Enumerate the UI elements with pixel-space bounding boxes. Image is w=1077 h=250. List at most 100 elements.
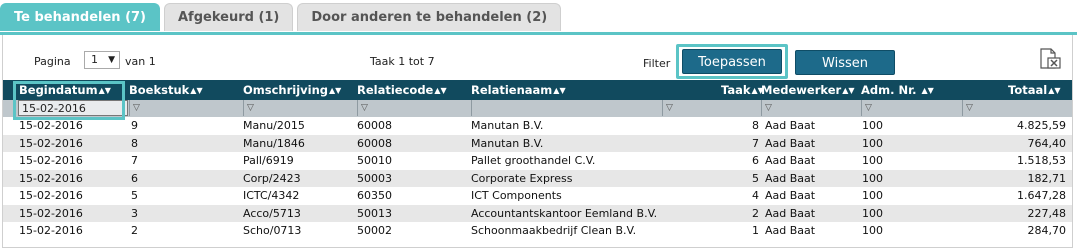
cell-adm: 100 bbox=[862, 154, 883, 167]
cell-adm: 100 bbox=[862, 136, 883, 150]
cell-omschrijving: Corp/2423 bbox=[243, 171, 301, 185]
cell-relatienaam: Manutan B.V. bbox=[471, 119, 544, 132]
cell-relatiecode: 60008 bbox=[357, 136, 392, 150]
cell-taak: 4 bbox=[752, 189, 759, 202]
cell-taak: 6 bbox=[752, 154, 759, 167]
dropdown-arrow-icon: ▼ bbox=[108, 55, 115, 65]
cell-medewerker: Aad Baat bbox=[765, 136, 816, 150]
col-totaal[interactable]: Totaal▲▼ bbox=[1008, 80, 1061, 100]
filter-icon: ▽ bbox=[765, 103, 772, 113]
filter-omschrijving-input[interactable]: ▽ bbox=[243, 100, 356, 116]
table-row[interactable]: 15-02-2016 9 Manu/2015 60008 Manutan B.V. 8 Aa… bbox=[3, 117, 1072, 135]
table-row[interactable]: 15-02-2016 2 Scho/0713 50002 Schoonmaakbedri… bbox=[3, 222, 1072, 240]
filter-relatienaam-input[interactable] bbox=[471, 100, 662, 116]
cell-totaal: 284,70 bbox=[1027, 224, 1067, 237]
filter-medewerker-input[interactable]: ▽ bbox=[761, 100, 860, 116]
table-row[interactable]: 15-02-2016 5 ICTC/4342 60350 ICT Components 4… bbox=[3, 187, 1072, 205]
cell-taak: 5 bbox=[752, 171, 759, 185]
cell-boekstuk: 9 bbox=[131, 119, 138, 132]
table-row[interactable]: 15-02-2016 7 Pall/6919 50010 Pallet groothan… bbox=[3, 152, 1072, 170]
filter-row: 15-02-2016 ▽ ▽ ▽ ▽ ▽ ▽ ▽ bbox=[3, 100, 1072, 117]
cell-adm: 100 bbox=[862, 171, 883, 185]
cell-boekstuk: 5 bbox=[131, 189, 138, 202]
page-select-value: 1 bbox=[91, 53, 98, 66]
filter-relatiecode-input[interactable]: ▽ bbox=[357, 100, 470, 116]
col-taak[interactable]: Taak▲▼ bbox=[721, 80, 764, 100]
grid-header: Begindatum▲▼ Boekstuk▲▼ Omschrijving▲▼ R… bbox=[3, 80, 1072, 100]
cell-relatienaam: Corporate Express bbox=[471, 171, 573, 185]
col-relatiecode[interactable]: Relatiecode▲▼ bbox=[357, 80, 447, 100]
cell-medewerker: Aad Baat bbox=[765, 154, 816, 167]
cell-adm: 100 bbox=[862, 206, 883, 220]
sort-icon: ▲▼ bbox=[190, 86, 203, 95]
cell-totaal: 4.825,59 bbox=[1017, 119, 1066, 132]
cell-omschrijving: ICTC/4342 bbox=[243, 189, 300, 202]
col-medewerker[interactable]: Medewerker▲▼ bbox=[761, 80, 855, 100]
cell-medewerker: Aad Baat bbox=[765, 224, 816, 237]
cell-medewerker: Aad Baat bbox=[765, 206, 816, 220]
cell-begindatum: 15-02-2016 bbox=[19, 136, 83, 150]
sort-icon: ▲▼ bbox=[1048, 86, 1061, 95]
grid-body: 15-02-2016 9 Manu/2015 60008 Manutan B.V. 8 Aa… bbox=[3, 117, 1072, 240]
cell-omschrijving: Acco/5713 bbox=[243, 206, 301, 220]
cell-boekstuk: 8 bbox=[131, 136, 138, 150]
tab-te-behandelen[interactable]: Te behandelen (7) bbox=[0, 3, 160, 31]
col-boekstuk[interactable]: Boekstuk▲▼ bbox=[129, 80, 203, 100]
cell-relatienaam: Manutan B.V. bbox=[471, 136, 544, 150]
cell-medewerker: Aad Baat bbox=[765, 189, 816, 202]
cell-boekstuk: 7 bbox=[131, 154, 138, 167]
col-omschrijving[interactable]: Omschrijving▲▼ bbox=[243, 80, 341, 100]
cell-relatiecode: 50003 bbox=[357, 171, 392, 185]
cell-adm: 100 bbox=[862, 189, 883, 202]
cell-boekstuk: 3 bbox=[131, 206, 138, 220]
table-row[interactable]: 15-02-2016 6 Corp/2423 50003 Corporate Expre… bbox=[3, 169, 1072, 187]
col-adm-nr[interactable]: Adm. Nr. ▲▼ bbox=[861, 80, 934, 100]
cell-omschrijving: Scho/0713 bbox=[243, 224, 302, 237]
cell-omschrijving: Manu/1846 bbox=[243, 136, 305, 150]
cell-taak: 7 bbox=[752, 136, 759, 150]
cell-relatienaam: ICT Components bbox=[471, 189, 562, 202]
cell-relatiecode: 50013 bbox=[357, 206, 392, 220]
col-begindatum[interactable]: Begindatum▲▼ bbox=[19, 80, 111, 100]
toolbar: Pagina 1 ▼ van 1 Taak 1 tot 7 Filter Toe… bbox=[3, 35, 1072, 81]
col-relatienaam[interactable]: Relatienaam▲▼ bbox=[471, 80, 566, 100]
cell-totaal: 764,40 bbox=[1027, 136, 1067, 150]
cell-totaal: 227,48 bbox=[1027, 206, 1067, 220]
filter-boekstuk-input[interactable]: ▽ bbox=[129, 100, 242, 116]
cell-relatiecode: 50002 bbox=[357, 224, 392, 237]
filter-icon: ▽ bbox=[666, 103, 673, 113]
clear-button[interactable]: Wissen bbox=[795, 50, 895, 75]
tab-afgekeurd[interactable]: Afgekeurd (1) bbox=[164, 3, 294, 31]
filter-begindatum-input[interactable]: 15-02-2016 bbox=[18, 100, 128, 116]
filter-taak-input[interactable]: ▽ bbox=[662, 100, 760, 116]
tab-door-anderen[interactable]: Door anderen te behandelen (2) bbox=[297, 3, 562, 31]
tab-bar: Te behandelen (7) Afgekeurd (1) Door and… bbox=[0, 3, 565, 33]
filter-icon: ▽ bbox=[133, 103, 140, 113]
cell-relatiecode: 60350 bbox=[357, 189, 392, 202]
page-count: van 1 bbox=[125, 55, 156, 68]
filter-icon: ▽ bbox=[361, 103, 368, 113]
filter-icon: ▽ bbox=[966, 103, 973, 113]
sort-icon: ▲▼ bbox=[921, 86, 934, 95]
cell-begindatum: 15-02-2016 bbox=[19, 224, 83, 237]
cell-relatiecode: 60008 bbox=[357, 119, 392, 132]
filter-adm-input[interactable]: ▽ bbox=[861, 100, 961, 116]
apply-button[interactable]: Toepassen bbox=[682, 49, 782, 74]
cell-taak: 1 bbox=[752, 224, 759, 237]
filter-totaal-input[interactable]: ▽ bbox=[962, 100, 1059, 116]
table-row[interactable]: 15-02-2016 3 Acco/5713 50013 Accountantskant… bbox=[3, 204, 1072, 222]
filter-icon: ▽ bbox=[865, 103, 872, 113]
sort-icon: ▲▼ bbox=[553, 86, 566, 95]
table-row[interactable]: 15-02-2016 8 Manu/1846 60008 Manutan B.V. 7 Aa… bbox=[3, 134, 1072, 152]
cell-begindatum: 15-02-2016 bbox=[19, 206, 83, 220]
sort-icon: ▲▼ bbox=[434, 86, 447, 95]
cell-omschrijving: Manu/2015 bbox=[243, 119, 305, 132]
cell-omschrijving: Pall/6919 bbox=[243, 154, 294, 167]
cell-begindatum: 15-02-2016 bbox=[19, 119, 83, 132]
task-grid: Begindatum▲▼ Boekstuk▲▼ Omschrijving▲▼ R… bbox=[3, 80, 1072, 240]
excel-export-icon[interactable] bbox=[1038, 48, 1062, 70]
page-select[interactable]: 1 ▼ bbox=[84, 51, 120, 69]
apply-highlight: Toepassen bbox=[676, 44, 788, 79]
cell-relatienaam: Pallet groothandel C.V. bbox=[471, 154, 596, 167]
cell-totaal: 182,71 bbox=[1027, 171, 1067, 185]
